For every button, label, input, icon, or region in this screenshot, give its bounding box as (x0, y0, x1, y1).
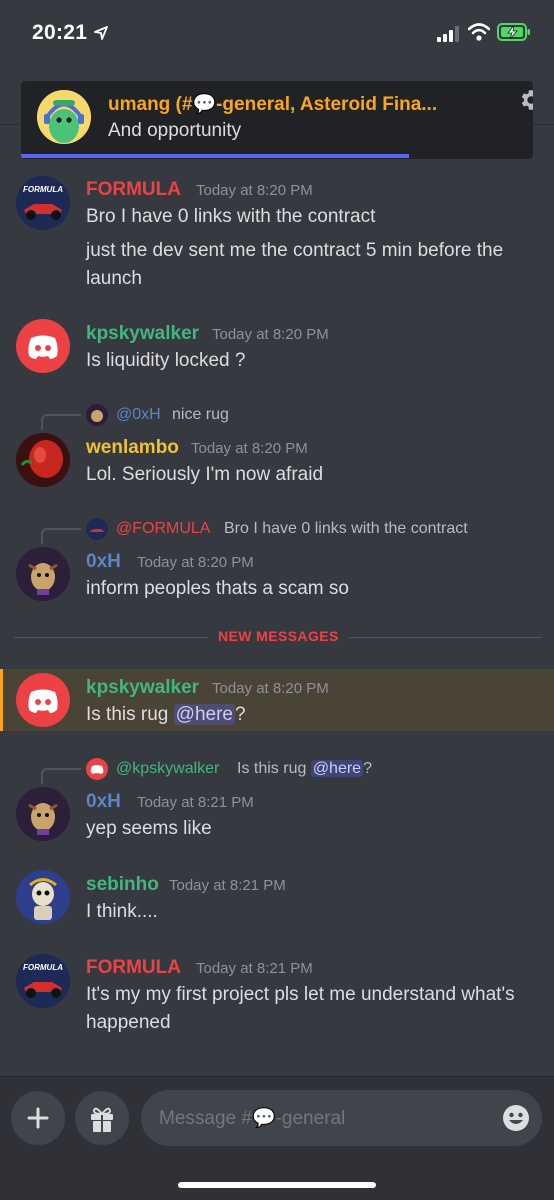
gift-icon (91, 1107, 113, 1132)
message-timestamp: Today at 8:21 PM (169, 877, 286, 894)
reply-author[interactable]: @FORMULA (116, 520, 210, 538)
discord-logo-icon (86, 758, 108, 780)
wifi-icon (468, 23, 490, 41)
message-text: I think.... (86, 901, 158, 922)
message-author[interactable]: kpskywalker (86, 323, 199, 345)
gear-icon[interactable] (517, 87, 533, 113)
message-text-prefix: Is this rug (86, 704, 174, 725)
message-input-placeholder: Message #💬-general (159, 1108, 346, 1129)
new-messages-label: NEW MESSAGES (208, 628, 349, 644)
message-timestamp: Today at 8:20 PM (212, 680, 329, 697)
message-item[interactable]: 0xH Today at 8:21 PM yep seems like (0, 784, 554, 854)
mention-here[interactable]: @here (173, 704, 235, 725)
reply-preview[interactable]: @FORMULA Bro I have 0 links with the con… (0, 517, 554, 544)
notification-progress-bar (21, 154, 409, 158)
avatar[interactable]: FORMULA (16, 176, 70, 230)
svg-text:FORMULA: FORMULA (23, 185, 63, 194)
avatar[interactable] (16, 433, 70, 487)
message-timestamp: Today at 8:21 PM (137, 794, 254, 811)
reply-text: nice rug (172, 406, 229, 423)
message-author[interactable]: 0xH (86, 551, 121, 573)
message-author[interactable]: sebinho (86, 874, 159, 896)
message-timestamp: Today at 8:20 PM (196, 182, 313, 199)
message-item[interactable]: kpskywalker Today at 8:20 PM Is liquidit… (0, 316, 554, 386)
message-input[interactable]: Message #💬-general (141, 1090, 542, 1146)
message-item[interactable]: sebinho Today at 8:21 PM I think.... (0, 867, 554, 937)
reply-preview[interactable]: @0xH nice rug (0, 403, 554, 430)
message-timestamp: Today at 8:21 PM (196, 960, 313, 977)
message-timestamp: Today at 8:20 PM (137, 554, 254, 571)
plus-icon (27, 1107, 49, 1129)
message-author[interactable]: 0xH (86, 791, 121, 813)
avatar[interactable] (16, 787, 70, 841)
message-item[interactable]: FORMULA FORMULA Today at 8:20 PM Bro I h… (0, 172, 554, 302)
message-text: inform peoples thats a scam so (86, 578, 349, 599)
reply-avatar (86, 404, 108, 426)
notification-body: And opportunity (108, 120, 242, 141)
reply-connector (41, 768, 81, 784)
message-text: just the dev sent me the contract 5 min … (86, 240, 504, 289)
message-item[interactable]: 0xH Today at 8:20 PM inform peoples that… (0, 544, 554, 614)
reply-connector (41, 528, 81, 544)
home-indicator[interactable] (178, 1182, 376, 1188)
message-text-suffix: ? (234, 704, 246, 725)
battery-charging-icon (497, 23, 530, 41)
emoji-icon[interactable] (502, 1104, 530, 1132)
message-text: Lol. Seriously I'm now afraid (86, 464, 324, 485)
mention-here[interactable]: @here (310, 760, 364, 777)
reply-preview[interactable]: @kpskywalker Is this rug @here? (0, 757, 554, 784)
add-attachment-button[interactable] (11, 1091, 65, 1145)
message-author[interactable]: FORMULA (86, 957, 181, 979)
avatar[interactable] (16, 870, 70, 924)
notification-title: umang (#💬-general, Asteroid Fina... (108, 94, 438, 115)
location-arrow-icon (94, 26, 108, 40)
message-text: Is liquidity locked ? (86, 350, 246, 371)
discord-logo-icon[interactable] (16, 673, 70, 727)
message-item[interactable]: FORMULA FORMULA Today at 8:21 PM It's my… (0, 950, 554, 1050)
signal-icon (437, 26, 459, 42)
message-text: Is this rug @here? (86, 701, 536, 729)
reply-text: Bro I have 0 links with the contract (224, 520, 468, 537)
message-notification[interactable]: umang (#💬-general, Asteroid Fina... And … (21, 81, 533, 159)
message-author[interactable]: FORMULA (86, 179, 181, 201)
svg-text:FORMULA: FORMULA (23, 963, 63, 972)
status-bar: 20:21 (0, 0, 554, 66)
reply-author[interactable]: @0xH (116, 406, 161, 424)
gift-button[interactable] (75, 1091, 129, 1145)
message-text: It's my my first project pls let me unde… (86, 984, 515, 1033)
message-text: yep seems like (86, 818, 212, 839)
reply-text-suffix: ? (363, 760, 372, 777)
message-item[interactable]: kpskywalker Today at 8:20 PM Is this rug… (0, 670, 554, 732)
message-text: Bro I have 0 links with the contract (86, 206, 376, 227)
discord-logo-icon[interactable] (16, 319, 70, 373)
reply-author[interactable]: @kpskywalker (116, 760, 219, 778)
message-author[interactable]: kpskywalker (86, 677, 199, 699)
clock: 20:21 (32, 21, 88, 44)
reply-text-prefix: Is this rug (237, 760, 311, 777)
message-timestamp: Today at 8:20 PM (191, 440, 308, 457)
message-timestamp: Today at 8:20 PM (212, 326, 329, 343)
reply-avatar (86, 518, 108, 540)
message-item[interactable]: wenlambo Today at 8:20 PM Lol. Seriously… (0, 430, 554, 500)
avatar[interactable] (16, 547, 70, 601)
reply-text: Is this rug @here? (237, 760, 372, 778)
notification-avatar (37, 90, 91, 144)
avatar[interactable]: FORMULA (16, 954, 70, 1008)
reply-connector (41, 414, 81, 430)
message-author[interactable]: wenlambo (86, 437, 179, 459)
